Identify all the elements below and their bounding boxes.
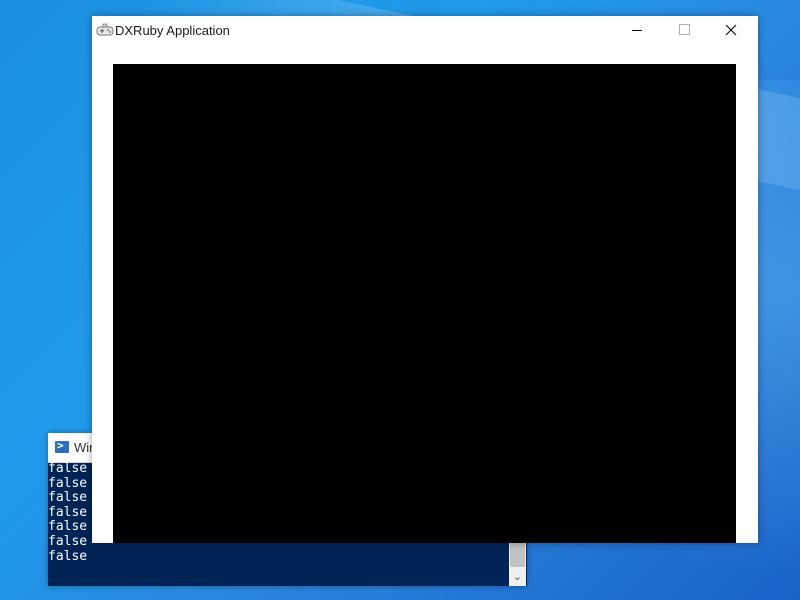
window-title: DXRuby Application: [115, 23, 230, 38]
dxruby-application-window[interactable]: DXRuby Application: [92, 16, 758, 543]
console-scroll-thumb[interactable]: [510, 543, 525, 567]
app-titlebar[interactable]: DXRuby Application: [92, 16, 758, 46]
console-output-line: false: [48, 548, 88, 564]
gamepad-icon: [96, 23, 114, 36]
game-canvas[interactable]: [113, 64, 736, 543]
maximize-icon: [679, 24, 690, 35]
console-scrollbar[interactable]: ⌄: [509, 542, 526, 586]
close-icon: [725, 24, 737, 36]
console-title: Wir: [74, 440, 94, 455]
powershell-icon: >: [55, 439, 69, 453]
minimize-icon: [632, 30, 642, 31]
maximize-button[interactable]: [661, 16, 707, 46]
scroll-down-arrow-icon[interactable]: ⌄: [509, 569, 526, 586]
minimize-button[interactable]: [614, 16, 660, 46]
close-button[interactable]: [708, 16, 754, 46]
